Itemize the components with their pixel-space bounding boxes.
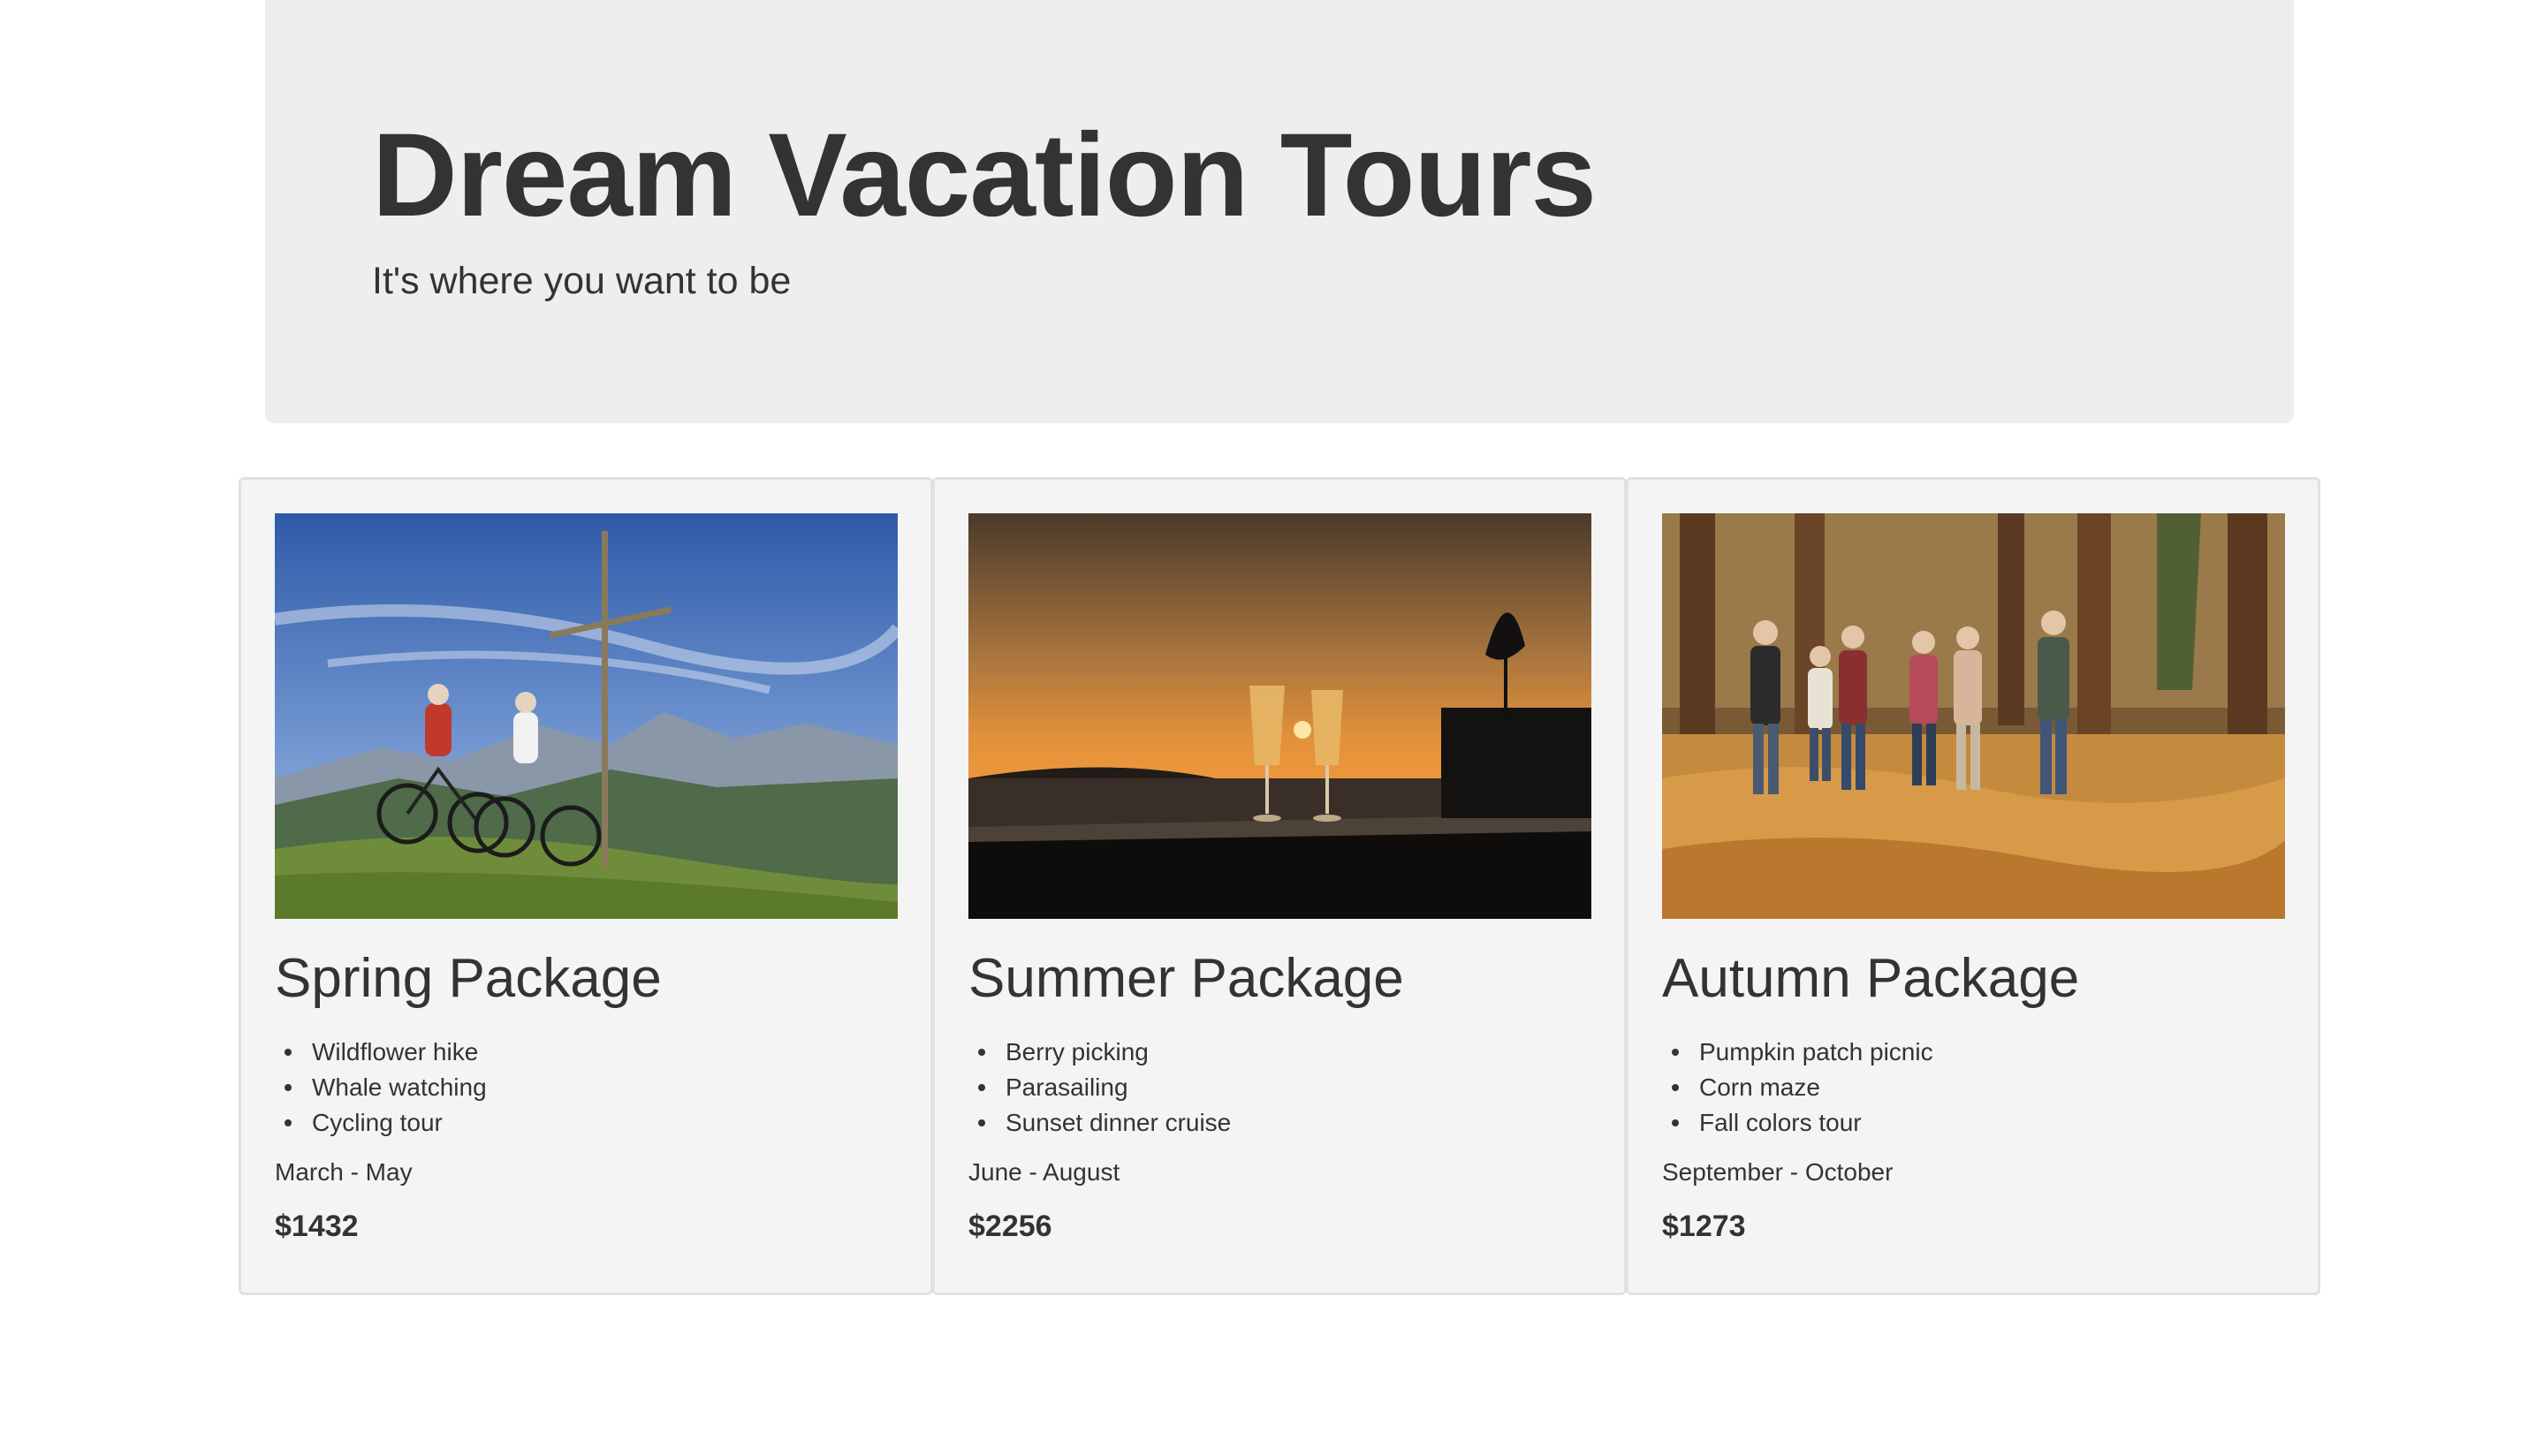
activity-list: Berry picking Parasailing Sunset dinner … bbox=[977, 1035, 1231, 1141]
list-item: Parasailing bbox=[977, 1070, 1231, 1105]
list-item: Cycling tour bbox=[285, 1105, 487, 1141]
package-season: March - May bbox=[275, 1158, 413, 1186]
package-title: Autumn Package bbox=[1662, 948, 2080, 1009]
package-card-autumn: Autumn Package Pumpkin patch picnic Corn… bbox=[1626, 477, 2320, 1295]
activity-list: Pumpkin patch picnic Corn maze Fall colo… bbox=[1672, 1035, 1933, 1141]
list-item: Sunset dinner cruise bbox=[977, 1105, 1231, 1141]
site-title: Dream Vacation Tours bbox=[372, 110, 1597, 241]
package-card-spring: Spring Package Wildflower hike Whale wat… bbox=[239, 477, 933, 1295]
summer-package-photo bbox=[968, 513, 1591, 919]
hero-banner: Dream Vacation Tours It's where you want… bbox=[265, 0, 2294, 423]
list-item: Corn maze bbox=[1672, 1070, 1933, 1105]
list-item: Fall colors tour bbox=[1672, 1105, 1933, 1141]
autumn-package-photo bbox=[1662, 513, 2285, 919]
site-tagline: It's where you want to be bbox=[372, 260, 792, 302]
list-item: Whale watching bbox=[285, 1070, 487, 1105]
activity-list: Wildflower hike Whale watching Cycling t… bbox=[285, 1035, 487, 1141]
list-item: Berry picking bbox=[977, 1035, 1231, 1070]
package-title: Spring Package bbox=[275, 948, 662, 1009]
package-price: $1273 bbox=[1662, 1210, 1746, 1243]
package-price: $2256 bbox=[968, 1210, 1052, 1243]
package-card-summer: Summer Package Berry picking Parasailing… bbox=[932, 477, 1627, 1295]
spring-package-photo bbox=[275, 513, 898, 919]
package-list: Spring Package Wildflower hike Whale wat… bbox=[239, 477, 2320, 1295]
package-price: $1432 bbox=[275, 1210, 359, 1243]
package-season: September - October bbox=[1662, 1158, 1894, 1186]
package-title: Summer Package bbox=[968, 948, 1404, 1009]
list-item: Pumpkin patch picnic bbox=[1672, 1035, 1933, 1070]
package-season: June - August bbox=[968, 1158, 1120, 1186]
list-item: Wildflower hike bbox=[285, 1035, 487, 1070]
